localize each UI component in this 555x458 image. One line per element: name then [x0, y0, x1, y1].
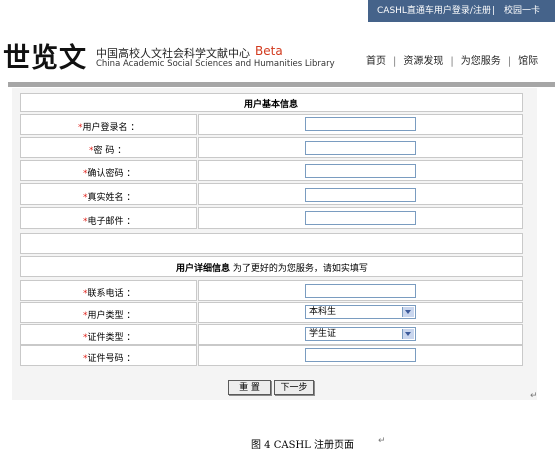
- nav-separator: |: [450, 56, 454, 67]
- id-type-label: *证件类型 ：: [83, 333, 136, 343]
- phone-input[interactable]: [305, 284, 416, 298]
- username-input[interactable]: [305, 117, 416, 131]
- username-label: *用户登录名 ：: [78, 123, 140, 133]
- next-step-button[interactable]: 下一步: [274, 380, 314, 395]
- id-number-input[interactable]: [305, 348, 416, 362]
- dropdown-arrow-icon[interactable]: [402, 329, 414, 339]
- user-type-select[interactable]: 本科生: [305, 305, 416, 319]
- nav-separator: |: [393, 56, 397, 67]
- nav-services[interactable]: 为您服务: [461, 56, 501, 67]
- password-label: *密 码 ：: [89, 146, 127, 156]
- id-type-value: 学生证: [309, 329, 337, 339]
- main-nav: 首页 | 资源发现 | 为您服务 | 馆际: [366, 52, 538, 67]
- id-type-select[interactable]: 学生证: [305, 327, 416, 341]
- reset-button[interactable]: 重 置: [228, 380, 271, 395]
- password-input[interactable]: [305, 141, 416, 155]
- paragraph-mark: ↵: [530, 391, 538, 401]
- real-name-label: *真实姓名 ：: [83, 193, 136, 203]
- paragraph-mark: ↵: [378, 436, 386, 446]
- detail-info-title: 用户详细信息 为了更好的为您服务，请如实填写: [176, 264, 368, 274]
- spacer-row: [20, 233, 523, 254]
- user-type-value: 本科生: [309, 307, 337, 317]
- header-divider: [8, 82, 555, 87]
- top-utility-bar: CASHL直通车用户登录/注册 | 校园一卡: [368, 0, 555, 22]
- phone-label: *联系电话 ：: [83, 289, 136, 299]
- nav-separator: |: [507, 56, 512, 67]
- login-register-link[interactable]: CASHL直通车用户登录/注册: [377, 4, 491, 18]
- nav-resource-discovery[interactable]: 资源发现: [403, 56, 443, 67]
- site-logo[interactable]: 世览文: [3, 36, 87, 75]
- nav-home[interactable]: 首页: [366, 56, 386, 67]
- dropdown-arrow-icon[interactable]: [402, 307, 414, 317]
- real-name-input[interactable]: [305, 188, 416, 202]
- email-label: *电子邮件 ：: [83, 217, 136, 227]
- confirm-password-label: *确认密码 ：: [83, 169, 136, 179]
- topbar-separator: |: [492, 6, 496, 16]
- beta-badge: Beta: [255, 44, 283, 58]
- confirm-password-input[interactable]: [305, 164, 416, 178]
- org-name-en: China Academic Social Sciences and Human…: [96, 59, 335, 69]
- campus-card-link[interactable]: 校园一卡: [504, 4, 540, 18]
- id-number-label: *证件号码 ：: [83, 354, 136, 364]
- email-input[interactable]: [305, 211, 416, 225]
- nav-interlibrary[interactable]: 馆际: [518, 56, 538, 67]
- basic-info-title: 用户基本信息: [244, 100, 299, 110]
- figure-caption: 图 4 CASHL 注册页面: [251, 440, 354, 451]
- user-type-label: *用户类型 ：: [83, 311, 136, 321]
